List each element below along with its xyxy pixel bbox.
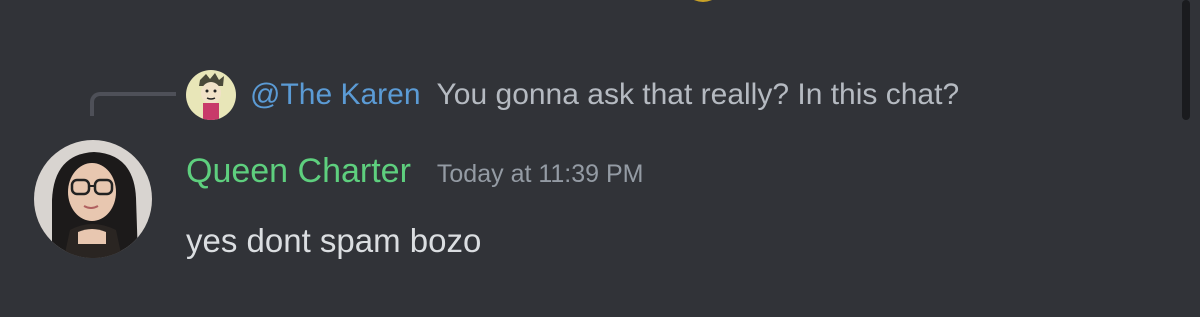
chat-view: @The Karen You gonna ask that really? In…: [0, 0, 1200, 317]
reply-preview[interactable]: @The Karen You gonna ask that really? In…: [186, 70, 959, 120]
scrollbar-thumb[interactable]: [1182, 0, 1190, 120]
reply-message-text[interactable]: You gonna ask that really? In this chat?: [437, 78, 960, 112]
scrollbar[interactable]: [1180, 0, 1192, 317]
reply-avatar[interactable]: [186, 70, 236, 120]
username[interactable]: Queen Charter: [186, 152, 411, 191]
partial-avatar[interactable]: [682, 0, 724, 2]
message-content: yes dont spam bozo: [186, 222, 482, 259]
reply-connector: [90, 92, 176, 116]
user-avatar[interactable]: [34, 140, 152, 258]
reply-author-mention[interactable]: @The Karen: [250, 78, 421, 112]
message-header: Queen Charter Today at 11:39 PM: [186, 152, 644, 191]
timestamp[interactable]: Today at 11:39 PM: [437, 160, 644, 189]
